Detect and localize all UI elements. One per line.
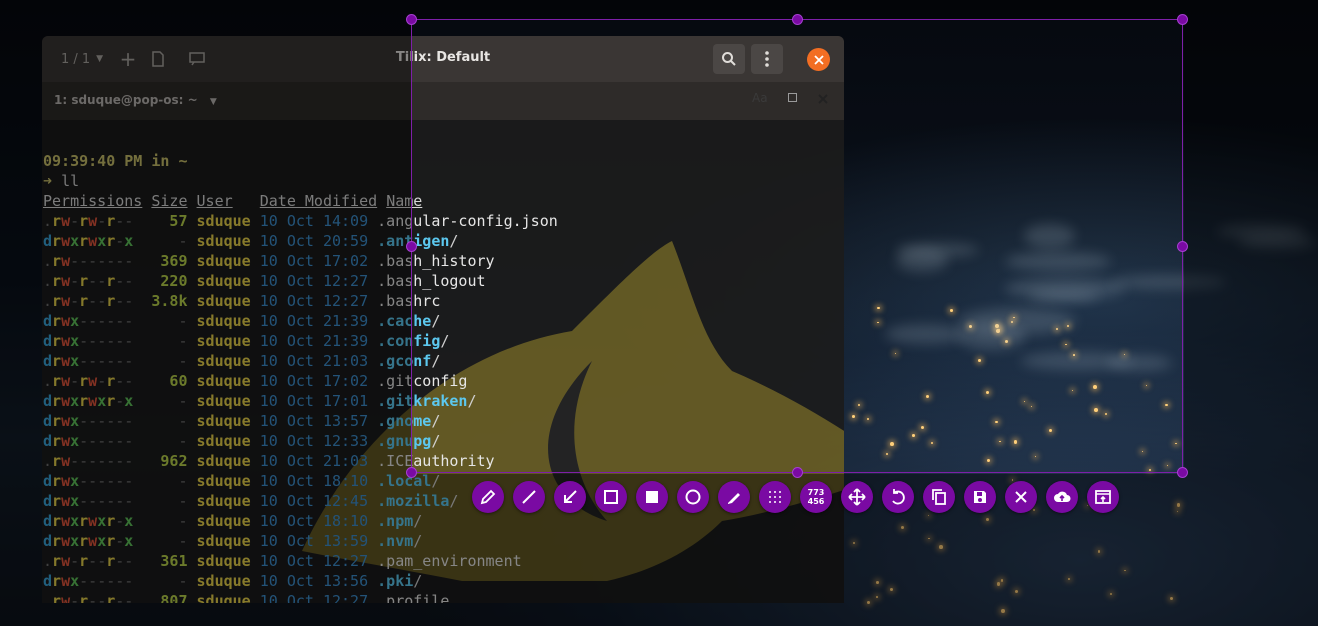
pencil-icon <box>480 489 496 505</box>
open-app-tool[interactable] <box>1087 481 1119 513</box>
copy-tool[interactable] <box>923 481 955 513</box>
cloud-upload-icon <box>1054 491 1071 502</box>
selection-width: 773 <box>807 488 825 497</box>
screenshot-dim-left <box>0 19 411 626</box>
square-filled-icon <box>646 491 658 503</box>
rectangle-outline-tool[interactable] <box>595 481 627 513</box>
resize-handle-bottom-left[interactable] <box>406 467 417 478</box>
circle-tool[interactable] <box>677 481 709 513</box>
close-icon <box>1015 491 1027 503</box>
upload-tool[interactable] <box>1046 481 1078 513</box>
save-tool[interactable] <box>964 481 996 513</box>
screenshot-selection[interactable] <box>411 19 1183 473</box>
selection-size-indicator[interactable]: 773 456 <box>800 481 832 513</box>
resize-handle-top-left[interactable] <box>406 14 417 25</box>
square-outline-icon <box>604 490 618 504</box>
save-icon <box>974 491 986 503</box>
pencil-tool[interactable] <box>472 481 504 513</box>
resize-handle-top-right[interactable] <box>1177 14 1188 25</box>
rectangle-filled-tool[interactable] <box>636 481 668 513</box>
copy-icon <box>932 489 946 505</box>
resize-handle-top[interactable] <box>792 14 803 25</box>
screenshot-dim-right <box>1184 19 1318 626</box>
line-icon <box>522 490 536 504</box>
move-icon <box>848 488 866 506</box>
resize-handle-left[interactable] <box>406 241 417 252</box>
blur-icon <box>769 491 781 503</box>
circle-icon <box>685 489 701 505</box>
marker-icon <box>728 493 740 504</box>
resize-handle-bottom-right[interactable] <box>1177 467 1188 478</box>
open-in-app-icon <box>1095 490 1111 504</box>
arrow-tool[interactable] <box>554 481 586 513</box>
resize-handle-bottom[interactable] <box>792 467 803 478</box>
line-tool[interactable] <box>513 481 545 513</box>
marker-tool[interactable] <box>718 481 750 513</box>
blur-tool[interactable] <box>759 481 791 513</box>
move-selection-tool[interactable] <box>841 481 873 513</box>
arrow-icon <box>564 490 577 503</box>
screenshot-dim-top <box>0 0 1318 19</box>
size-icon: 773 456 <box>808 488 825 506</box>
selection-height: 456 <box>807 497 825 506</box>
undo-tool[interactable] <box>882 481 914 513</box>
undo-icon <box>892 489 905 505</box>
resize-handle-right[interactable] <box>1177 241 1188 252</box>
exit-tool[interactable] <box>1005 481 1037 513</box>
